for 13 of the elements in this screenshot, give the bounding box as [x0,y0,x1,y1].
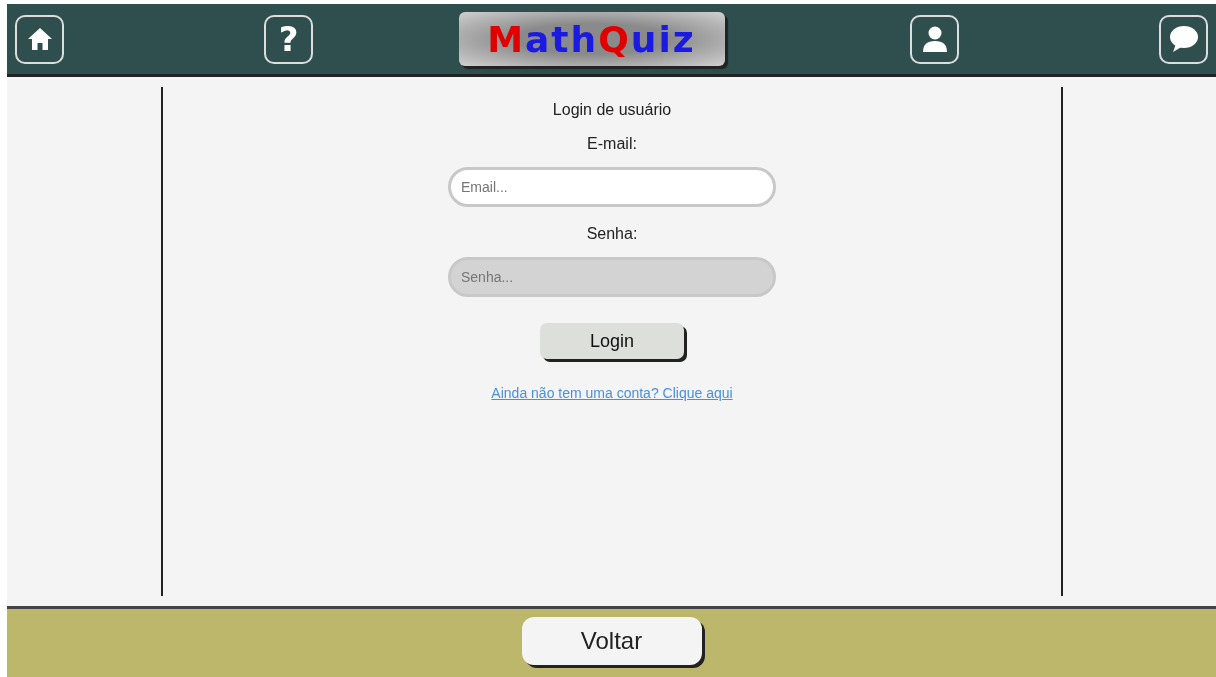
field-label: Senha: [586,225,638,243]
login-button[interactable]: Login [540,323,684,359]
speech-bubble-icon [1168,25,1199,53]
email-field[interactable]: Email... [448,167,776,207]
back-button[interactable]: Voltar [521,617,702,665]
form-title: Login de usuário [552,101,672,119]
profile-button[interactable] [910,14,959,64]
home-icon [26,27,53,51]
help-button[interactable]: ? [264,14,313,64]
home-button[interactable] [15,14,64,64]
user-icon [921,25,948,53]
field-label: E-mail: [587,135,637,153]
chat-button[interactable] [1159,14,1208,64]
